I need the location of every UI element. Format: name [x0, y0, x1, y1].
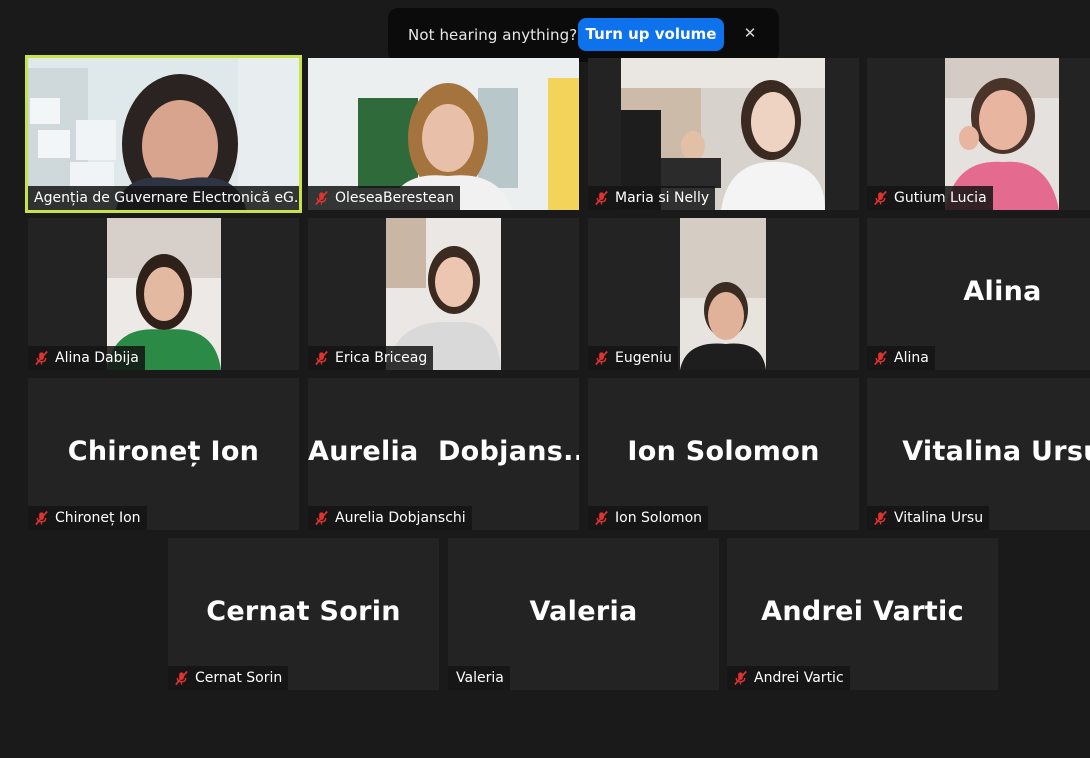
participant-tile[interactable]: Ion Solomon Ion Solomon: [588, 378, 859, 530]
participant-tile[interactable]: Chironeț Ion Chironeț Ion: [28, 378, 299, 530]
participant-display-name: Andrei Vartic: [761, 596, 964, 627]
muted-mic-icon: [874, 350, 887, 366]
participant-tile[interactable]: Cernat Sorin Cernat Sorin: [168, 538, 439, 690]
participant-display-name: Chironeț Ion: [67, 436, 260, 467]
participant-tile[interactable]: Alina Dabija: [28, 218, 299, 370]
participant-tile[interactable]: Agenția de Guvernare Electronică eG...: [25, 55, 302, 213]
participant-video: [680, 218, 766, 370]
participant-tile[interactable]: Alina Alina: [867, 218, 1090, 370]
participant-display-name: Vitalina Ursu: [902, 436, 1090, 467]
participant-display-name: Cernat Sorin: [206, 596, 401, 627]
muted-mic-icon: [315, 350, 328, 366]
participant-name-label: Maria si Nelly: [588, 186, 716, 210]
muted-mic-icon: [35, 510, 48, 526]
muted-mic-icon: [874, 510, 887, 526]
participant-display-name: Alina: [963, 276, 1042, 307]
participant-tile[interactable]: Maria si Nelly: [588, 58, 859, 210]
participant-name-label: Cernat Sorin: [168, 666, 289, 690]
participant-tile[interactable]: Gutium Lucia: [867, 58, 1090, 210]
participant-name-label: Vitalina Ursu: [867, 506, 990, 530]
audio-notification-banner: Not hearing anything? Turn up volume ✕: [388, 8, 779, 62]
muted-mic-icon: [874, 190, 887, 206]
participant-tile[interactable]: Vitalina Ursu Vitalina Ursu: [867, 378, 1090, 530]
participant-name-label: Alina Dabija: [28, 346, 145, 370]
muted-mic-icon: [315, 510, 328, 526]
participant-name-label: Agenția de Guvernare Electronică eG...: [28, 186, 299, 210]
participant-display-name: Valeria: [529, 596, 638, 627]
participant-tile[interactable]: Valeria Valeria: [448, 538, 719, 690]
muted-mic-icon: [595, 190, 608, 206]
participant-name-label: Andrei Vartic: [727, 666, 850, 690]
muted-mic-icon: [35, 350, 48, 366]
muted-mic-icon: [734, 670, 747, 686]
participant-name-label: Aurelia Dobjanschi: [308, 506, 472, 530]
participant-name-label: Gutium Lucia: [867, 186, 993, 210]
participant-name-label: Alina: [867, 346, 935, 370]
participant-name-label: Erica Briceag: [308, 346, 434, 370]
participant-name-label: Ion Solomon: [588, 506, 709, 530]
muted-mic-icon: [315, 190, 328, 206]
participant-display-name: Aurelia Dobjans...: [308, 436, 579, 467]
participant-name-label: Eugeniu: [588, 346, 678, 370]
muted-mic-icon: [595, 350, 608, 366]
muted-mic-icon: [595, 510, 608, 526]
participant-tile[interactable]: Andrei Vartic Andrei Vartic: [727, 538, 998, 690]
participant-tile[interactable]: Eugeniu: [588, 218, 859, 370]
muted-mic-icon: [175, 670, 188, 686]
close-icon[interactable]: ✕: [740, 23, 760, 43]
participant-name-label: Valeria: [448, 666, 510, 690]
participant-display-name: Ion Solomon: [627, 436, 820, 467]
participant-tile[interactable]: OleseaBerestean: [308, 58, 579, 210]
participant-name-label: OleseaBerestean: [308, 186, 461, 210]
notification-message: Not hearing anything?: [408, 26, 578, 44]
participant-name-label: Chironeț Ion: [28, 506, 147, 530]
participant-tile[interactable]: Erica Briceag: [308, 218, 579, 370]
turn-up-volume-button[interactable]: Turn up volume: [578, 18, 724, 51]
participant-tile[interactable]: Aurelia Dobjans... Aurelia Dobjanschi: [308, 378, 579, 530]
